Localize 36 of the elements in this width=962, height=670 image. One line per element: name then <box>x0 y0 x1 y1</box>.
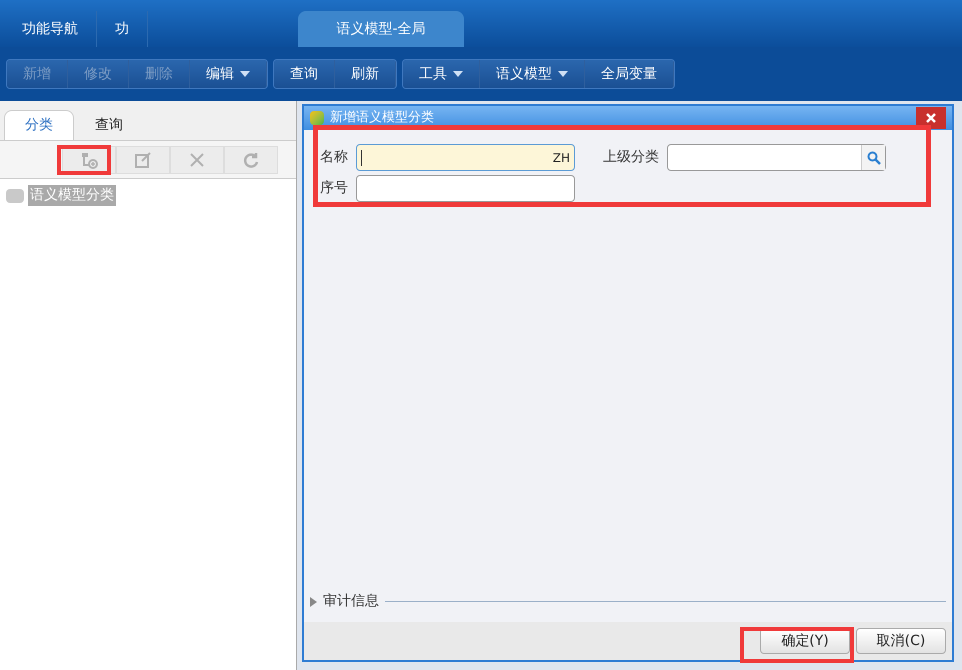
section-label: 审计信息 <box>323 592 379 611</box>
app-tab[interactable]: 语义模型-全局 <box>298 11 464 47</box>
toolbar-button[interactable]: 查询 <box>274 60 335 88</box>
caret-icon <box>240 71 250 77</box>
caret-icon <box>453 71 463 77</box>
toolbar-button[interactable]: 全局变量 <box>585 60 674 88</box>
refresh-icon <box>242 150 260 168</box>
close-button[interactable] <box>916 107 946 129</box>
search-icon[interactable] <box>866 150 880 164</box>
panel-tab[interactable]: 查询 <box>74 110 144 140</box>
refresh-button[interactable] <box>224 146 278 174</box>
field-label: 上级分类 <box>603 148 659 167</box>
text-cursor <box>361 150 362 166</box>
toolbar-button[interactable]: 语义模型 <box>480 60 585 88</box>
toolbar-button[interactable]: 编辑 <box>190 60 267 88</box>
field-label: 名称 <box>320 148 348 167</box>
panel-tab[interactable]: 分类 <box>4 110 74 140</box>
folder-icon <box>6 188 24 202</box>
ime-indicator: ZH <box>552 150 570 166</box>
toolbar-button[interactable]: 刷新 <box>335 60 396 88</box>
edit-button[interactable] <box>116 146 170 174</box>
app-logo-icon <box>310 111 324 125</box>
expand-arrow-icon[interactable] <box>310 596 317 606</box>
dialog-title: 新增语义模型分类 <box>330 109 435 128</box>
input-field[interactable] <box>356 175 575 202</box>
lookup-field[interactable] <box>667 144 886 171</box>
toolbar-button[interactable]: 工具 <box>403 60 480 88</box>
field-label: 序号 <box>320 179 348 198</box>
close-icon <box>188 150 206 168</box>
highlight-frame <box>57 145 111 175</box>
caret-icon <box>558 71 568 77</box>
close-icon <box>926 113 936 123</box>
input-field[interactable]: ZH <box>356 144 575 171</box>
edit-icon <box>134 150 152 168</box>
add-node-icon <box>80 150 98 168</box>
dialog-button[interactable]: 取消(C) <box>856 628 946 654</box>
